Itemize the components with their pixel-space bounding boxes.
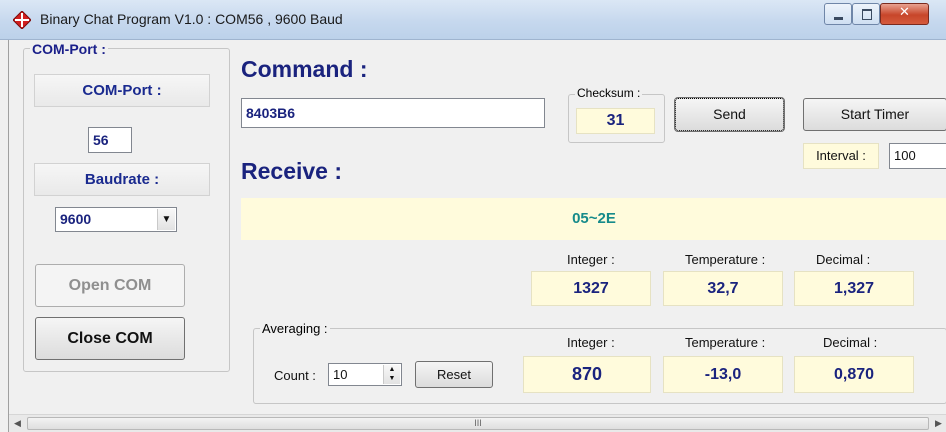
average-temperature-value: -13,0 [663, 356, 783, 393]
baudrate-label: Baudrate : [34, 163, 210, 196]
scrollbar-grip: III [474, 418, 482, 428]
count-value: 10 [333, 367, 348, 382]
scrollbar-thumb[interactable]: III [27, 417, 929, 430]
average-temperature-label: Temperature : [685, 335, 766, 350]
close-com-button[interactable]: Close COM [35, 317, 185, 360]
close-icon: ✕ [899, 5, 910, 20]
command-input[interactable]: 8403B6 [241, 98, 545, 128]
maximize-button[interactable] [852, 3, 880, 25]
average-decimal-value: 0,870 [794, 356, 914, 393]
horizontal-scrollbar[interactable]: ◀ III ▶ [9, 414, 946, 432]
com-port-label: COM-Port : [34, 74, 210, 107]
averaging-group-title: Averaging : [260, 321, 330, 336]
app-window: Binary Chat Program V1.0 : COM56 , 9600 … [0, 0, 946, 432]
crosshair-app-icon [13, 11, 31, 29]
window-title: Binary Chat Program V1.0 : COM56 , 9600 … [40, 11, 343, 27]
receive-integer-label: Integer : [567, 252, 615, 267]
baudrate-select[interactable]: 9600 ▼ [55, 207, 177, 232]
receive-temperature-value: 32,7 [663, 271, 783, 306]
baudrate-value: 9600 [60, 211, 92, 227]
count-label: Count : [274, 368, 316, 383]
receive-output: 05~2E [241, 198, 946, 240]
title-bar[interactable]: Binary Chat Program V1.0 : COM56 , 9600 … [0, 0, 946, 40]
open-com-button[interactable]: Open COM [35, 264, 185, 307]
scroll-left-icon[interactable]: ◀ [9, 416, 26, 431]
receive-integer-value: 1327 [531, 271, 651, 306]
command-heading: Command : [241, 56, 368, 82]
com-port-input[interactable]: 56 [88, 127, 132, 153]
average-integer-label: Integer : [567, 335, 615, 350]
client-area: COM-Port : COM-Port : 56 Baudrate : 9600… [8, 40, 946, 432]
interval-label: Interval : [803, 143, 879, 169]
close-window-button[interactable]: ✕ [880, 3, 929, 25]
receive-decimal-label: Decimal : [816, 252, 871, 267]
receive-heading: Receive : [241, 158, 343, 184]
scroll-right-icon[interactable]: ▶ [930, 416, 946, 431]
minimize-button[interactable] [824, 3, 852, 25]
maximize-icon [862, 9, 872, 20]
minimize-icon [834, 17, 843, 20]
average-decimal-label: Decimal : [823, 335, 878, 350]
checksum-value: 31 [576, 108, 655, 134]
receive-decimal-value: 1,327 [794, 271, 914, 306]
receive-temperature-label: Temperature : [685, 252, 766, 267]
com-port-group-title: COM-Port : [30, 41, 108, 57]
average-integer-value: 870 [523, 356, 651, 393]
checksum-label: Checksum : [575, 86, 643, 100]
chevron-down-icon[interactable]: ▼ [157, 209, 175, 230]
reset-button[interactable]: Reset [415, 361, 493, 388]
send-button[interactable]: Send [674, 97, 785, 132]
spin-up-down-icon[interactable]: ▲ ▼ [383, 365, 400, 384]
count-stepper[interactable]: 10 ▲ ▼ [328, 363, 402, 386]
start-timer-button[interactable]: Start Timer [803, 98, 946, 131]
interval-input[interactable]: 100 [889, 143, 946, 169]
